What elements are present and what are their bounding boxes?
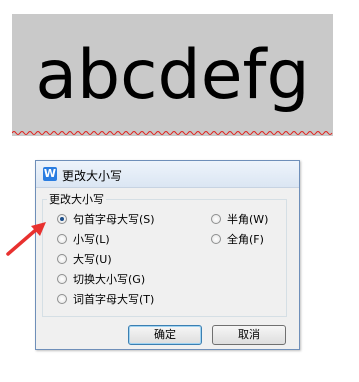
spellcheck-squiggle [12,131,333,135]
option-label: 大写(U) [73,253,112,266]
radio-capitalize-words[interactable] [57,294,67,304]
cancel-button[interactable]: 取消 [212,325,286,345]
option-capitalize-words[interactable]: 词首字母大写(T) [57,291,154,307]
option-sentence-case[interactable]: 句首字母大写(S) [57,211,155,227]
option-half-width[interactable]: 半角(W) [211,211,268,227]
change-case-group: 更改大小写 句首字母大写(S) 小写(L) 大写(U) 切换大小写(G) 词首字… [42,191,287,317]
radio-lowercase[interactable] [57,234,67,244]
ok-button[interactable]: 确定 [128,325,202,345]
radio-half-width[interactable] [211,214,221,224]
document-selection-highlight: abcdefg [12,14,333,136]
option-label: 全角(F) [227,233,264,246]
radio-sentence-case[interactable] [57,214,67,224]
radio-full-width[interactable] [211,234,221,244]
dialog-titlebar[interactable]: W 更改大小写 [36,161,299,188]
wps-app-icon: W [43,167,57,181]
option-label: 词首字母大写(T) [73,293,155,306]
annotation-arrow-icon [6,222,46,256]
option-full-width[interactable]: 全角(F) [211,231,264,247]
change-case-dialog: W 更改大小写 更改大小写 句首字母大写(S) 小写(L) 大写(U) 切换大小… [35,160,300,350]
option-label: 切换大小写(G) [73,273,146,286]
option-uppercase[interactable]: 大写(U) [57,251,112,267]
option-label: 半角(W) [227,213,269,226]
dialog-title: 更改大小写 [62,169,123,183]
document-sample-text[interactable]: abcdefg [12,42,333,110]
option-lowercase[interactable]: 小写(L) [57,231,110,247]
option-toggle-case[interactable]: 切换大小写(G) [57,271,145,287]
option-label: 小写(L) [73,233,110,246]
radio-uppercase[interactable] [57,254,67,264]
option-label: 句首字母大写(S) [73,213,155,226]
radio-toggle-case[interactable] [57,274,67,284]
group-label: 更改大小写 [47,191,106,207]
